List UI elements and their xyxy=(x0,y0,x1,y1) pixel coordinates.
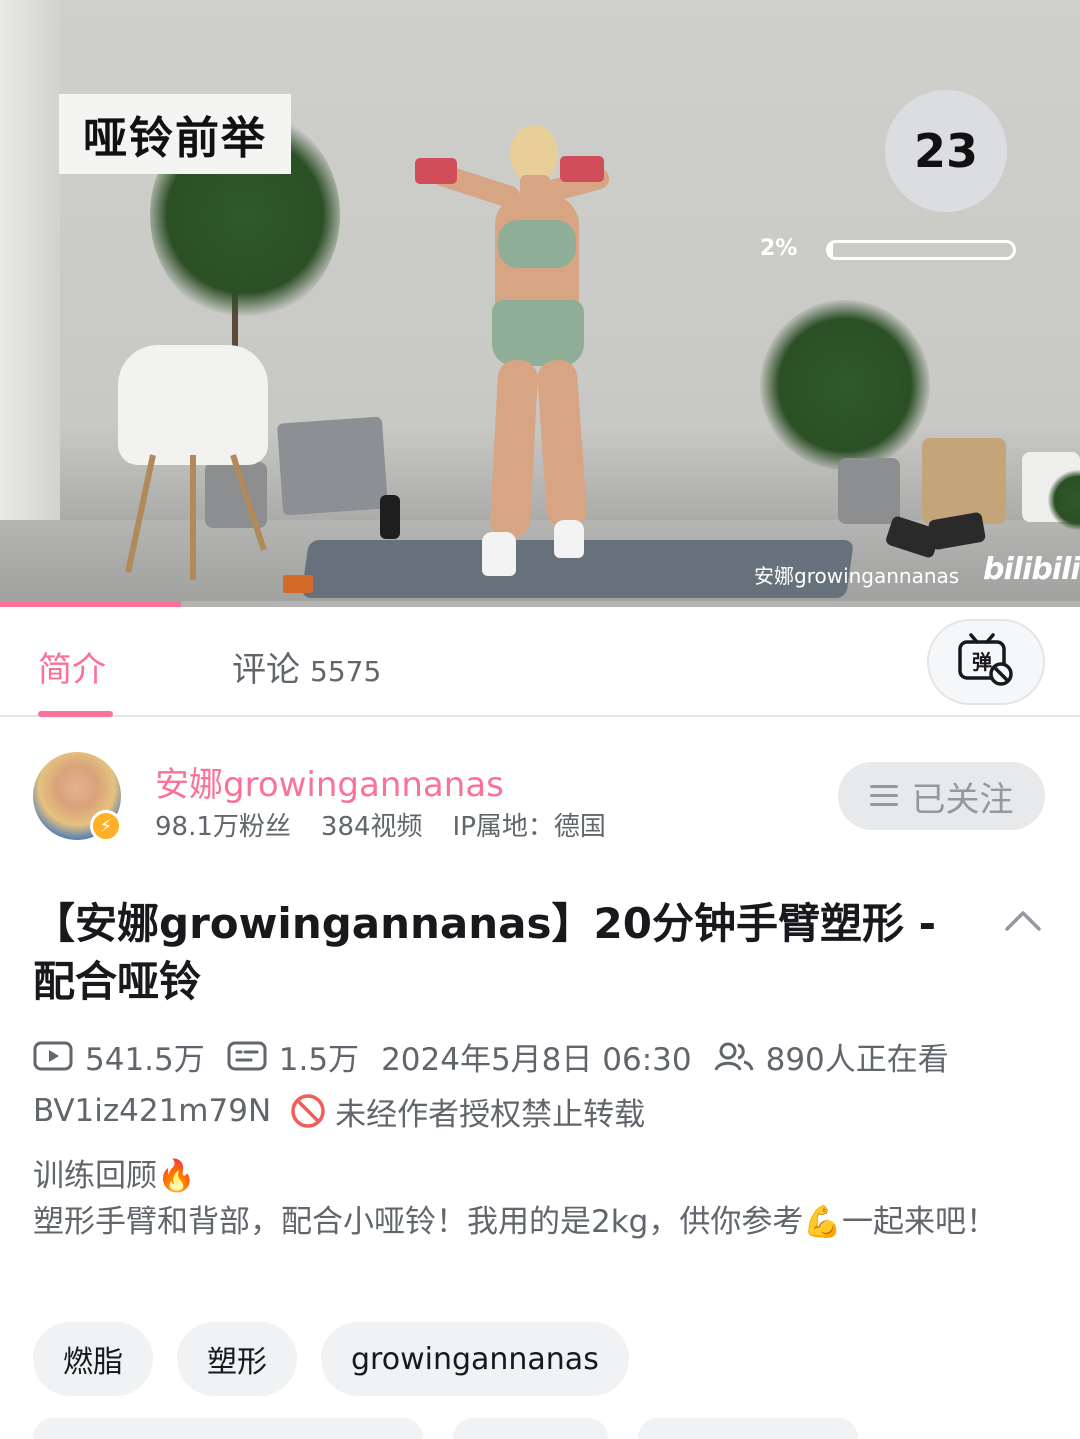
tag-chip[interactable] xyxy=(33,1418,423,1439)
lightning-badge-icon: ⚡ xyxy=(90,810,122,842)
ip-location: IP属地：德国 xyxy=(452,812,606,842)
basket xyxy=(922,438,1006,524)
video-player[interactable]: 哑铃前举 23 2% 安娜growingannanas bilibili xyxy=(0,0,1080,607)
shoe-right xyxy=(554,520,584,558)
dumbbell-right xyxy=(560,156,604,182)
tag-chip[interactable]: 塑形 xyxy=(177,1322,297,1396)
views-stat: 541.5万 xyxy=(33,1034,205,1079)
follow-button[interactable]: 已关注 xyxy=(838,762,1045,830)
chevron-up-icon[interactable] xyxy=(1003,905,1043,935)
tab-bar: 简介 评论 5575 弹 xyxy=(0,607,1080,717)
people-icon xyxy=(714,1040,754,1072)
play-count-icon xyxy=(33,1040,73,1072)
uploader-stats: 98.1万粉丝 384视频 IP属地：德国 xyxy=(155,806,636,843)
watching-stat: 890人正在看 xyxy=(714,1034,949,1079)
leg-right xyxy=(536,358,588,530)
tab-comments-label: 评论 xyxy=(232,650,300,690)
video-count: 384视频 xyxy=(320,812,423,842)
uploader-watermark: 安娜growingannanas xyxy=(754,564,960,588)
tag-list: 燃脂 塑形 growingannanas xyxy=(33,1322,653,1396)
views-count: 541.5万 xyxy=(85,1041,205,1078)
tag-chip[interactable]: 燃脂 xyxy=(33,1322,153,1396)
follow-label: 已关注 xyxy=(911,779,1014,820)
tag-chip[interactable] xyxy=(638,1418,858,1439)
plant-pot-right xyxy=(838,458,900,524)
description-line-2: 塑形手臂和背部，配合小哑铃！我用的是2kg，供你参考💪一起来吧！ xyxy=(33,1204,997,1240)
watching-now: 890人正在看 xyxy=(765,1041,949,1078)
publish-time: 2024年5月8日 06:30 xyxy=(381,1041,692,1078)
video-description: 训练回顾🔥 塑形手臂和背部，配合小哑铃！我用的是2kg，供你参考💪一起来吧！ xyxy=(33,1153,1043,1245)
danmaku-count: 1.5万 xyxy=(278,1041,360,1078)
exercise-name-label: 哑铃前举 xyxy=(59,94,291,174)
white-chair xyxy=(118,345,268,465)
description-line-1: 训练回顾🔥 xyxy=(33,1158,196,1194)
tag-list-next-row xyxy=(33,1418,888,1439)
prohibited-icon xyxy=(289,1092,327,1130)
wall-edge xyxy=(0,0,60,530)
active-tab-indicator xyxy=(38,711,113,717)
danmaku-count-icon xyxy=(227,1040,267,1072)
water-bottle xyxy=(380,495,400,539)
tab-intro[interactable]: 简介 xyxy=(38,642,106,691)
tab-comments[interactable]: 评论 5575 xyxy=(232,642,381,691)
pillow xyxy=(276,416,389,516)
workout-progress-bar xyxy=(826,240,1016,260)
copyright-notice: 未经作者授权禁止转载 xyxy=(335,1096,646,1133)
tag-chip[interactable] xyxy=(453,1418,608,1439)
menu-icon xyxy=(869,785,898,807)
phone xyxy=(283,575,313,593)
svg-text:弹: 弹 xyxy=(972,650,992,674)
workout-progress-fill xyxy=(829,243,833,257)
danmaku-off-icon: 弹 xyxy=(957,632,1015,692)
video-title: 【安娜growingannanas】20分钟手臂塑形 - 配合哑铃 xyxy=(33,899,937,1006)
bvid[interactable]: BV1iz421m79N xyxy=(33,1093,271,1129)
rep-counter: 23 xyxy=(885,90,1007,212)
video-stats-row: 541.5万 1.5万 2024年5月8日 06:30 890人正在看 xyxy=(33,1034,949,1078)
danmaku-toggle-button[interactable]: 弹 xyxy=(927,619,1045,705)
video-id-row: BV1iz421m79N 未经作者授权禁止转载 xyxy=(33,1089,645,1133)
fans-count: 98.1万粉丝 xyxy=(155,812,291,842)
plant-right xyxy=(760,300,930,470)
leg-left xyxy=(489,359,539,539)
tag-chip[interactable]: growingannanas xyxy=(321,1322,629,1396)
bilibili-logo: bilibili xyxy=(983,552,1080,587)
shorts xyxy=(492,300,584,366)
sports-bra xyxy=(498,220,576,268)
danmaku-stat: 1.5万 xyxy=(227,1034,359,1079)
chair-leg xyxy=(190,455,196,580)
uploader-name[interactable]: 安娜growingannanas xyxy=(155,757,504,806)
instructor xyxy=(415,120,620,580)
progress-percent: 2% xyxy=(760,236,798,261)
shoe-left xyxy=(482,532,516,576)
comments-count: 5575 xyxy=(310,655,382,688)
dumbbell-left xyxy=(415,158,457,184)
